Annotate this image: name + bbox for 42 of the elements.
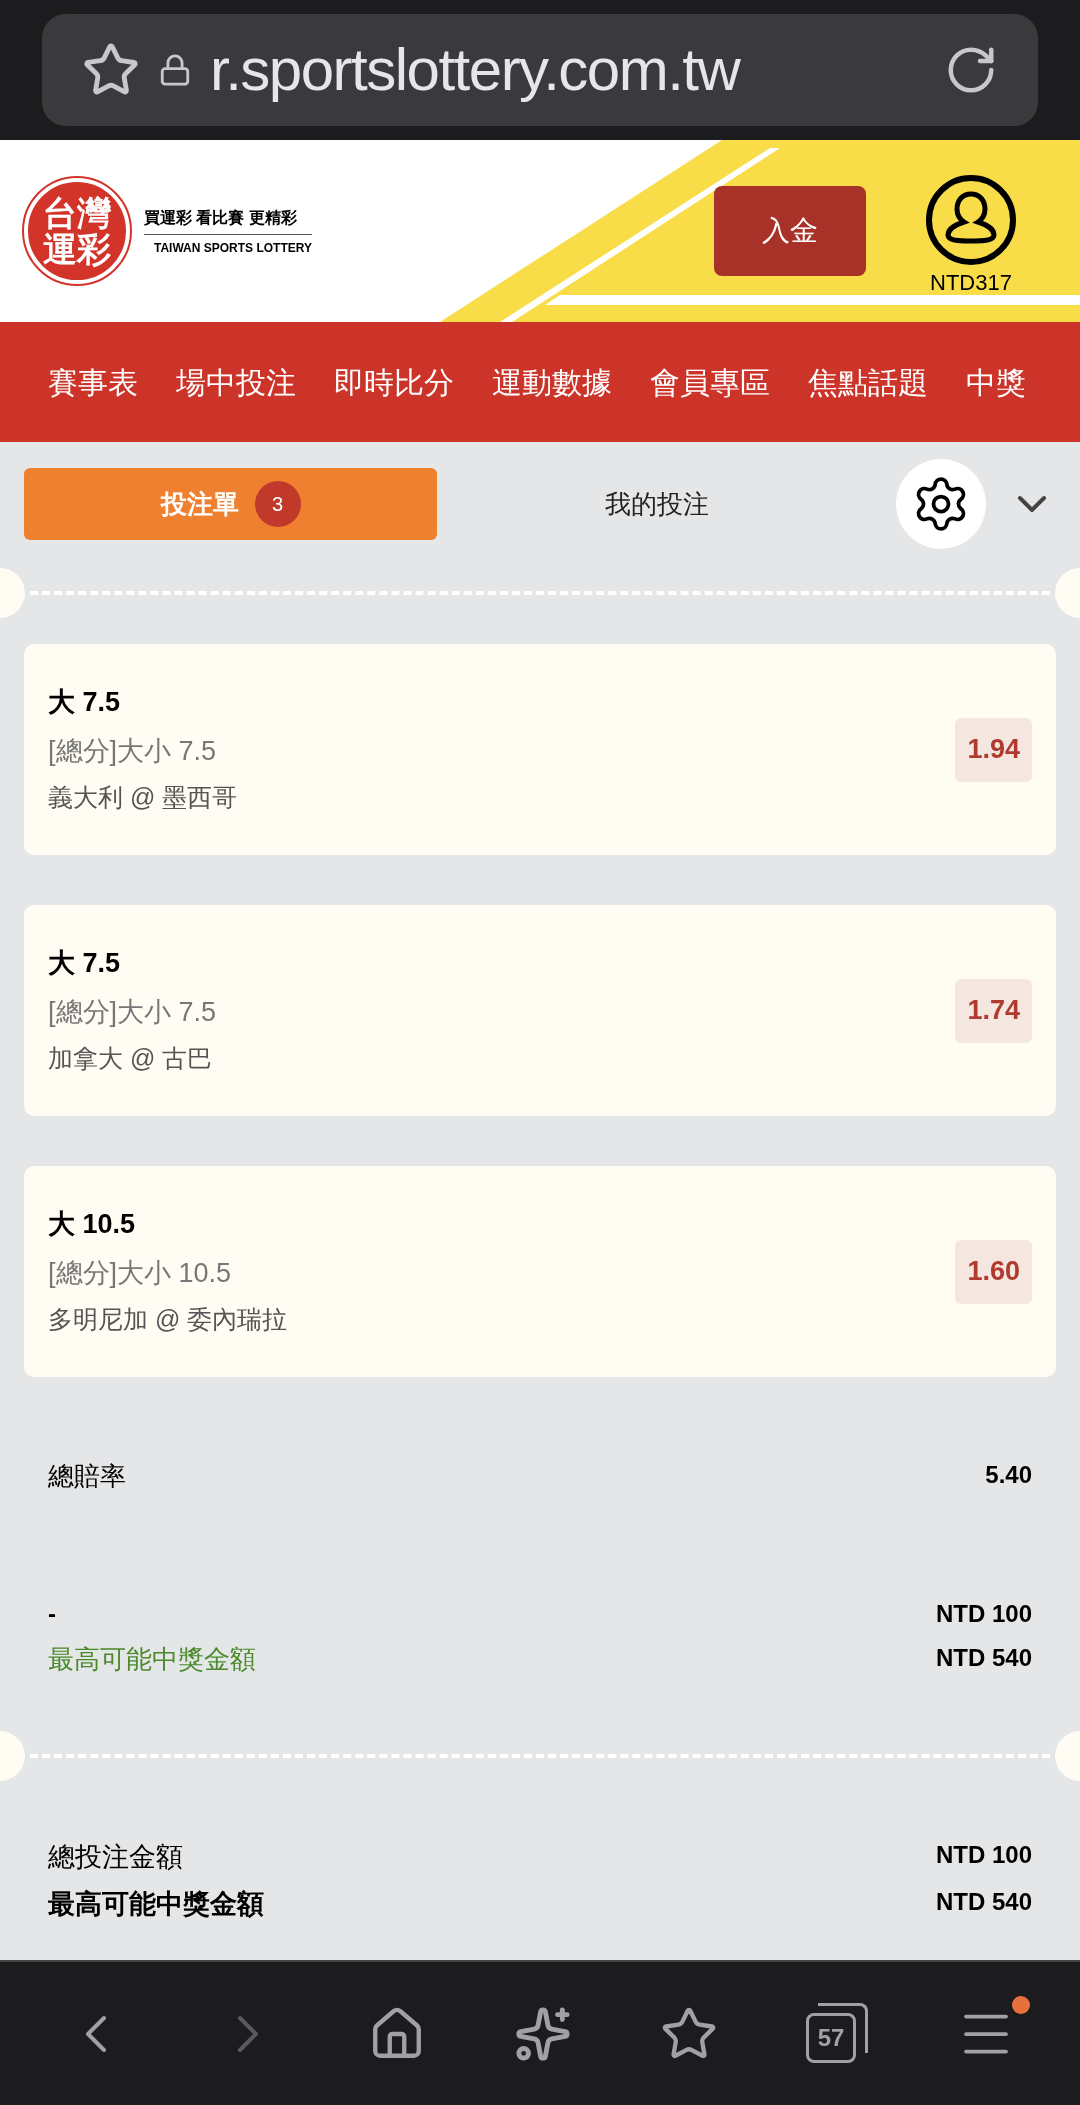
total-odds-value: 5.40 [985, 1460, 1032, 1490]
stake-label: - [48, 1599, 56, 1629]
nav-link[interactable]: 運動數據 [492, 359, 612, 405]
total-odds-label: 總賠率 [48, 1460, 126, 1493]
match-teams: 加拿大 @ 古巴 [48, 1043, 214, 1075]
count-badge: 3 [254, 481, 301, 527]
bet-selection: 大 7.5 [48, 947, 122, 981]
bet-market: [總分]大小 7.5 [48, 995, 217, 1029]
url-text: r.sportslottery.com.tw [210, 35, 740, 105]
odds-value: 1.74 [955, 978, 1032, 1043]
match-teams: 義大利 @ 墨西哥 [48, 782, 238, 814]
bet-tab[interactable]: 投注單 3 [24, 468, 437, 540]
nav-link[interactable]: 即時比分 [334, 359, 454, 405]
nav-link[interactable]: 中獎 [966, 359, 1026, 405]
odds-value: 1.60 [955, 1239, 1032, 1304]
logo-tagline: 買運彩 看比賽 更精彩 [144, 205, 312, 235]
logo-subtitle: TAIWAN SPORTS LOTTERY [153, 239, 312, 257]
deposit-button[interactable]: 入金 [714, 186, 866, 276]
bet-selection: 大 10.5 [48, 1208, 137, 1242]
bet-market: [總分]大小 10.5 [48, 1256, 233, 1290]
nav-link[interactable]: 場中投注 [176, 359, 296, 405]
logo-badge: 台灣運彩 [24, 178, 130, 284]
bet-selection: 大 7.5 [48, 686, 122, 720]
bet-market: [總分]大小 7.5 [48, 734, 218, 768]
potential-win-label: 最高可能中獎金額 [48, 1643, 256, 1676]
summary-value: NTD 100 [935, 1840, 1032, 1870]
account-balance: NTD317 [930, 268, 1012, 297]
nav-link[interactable]: 會員專區 [650, 359, 770, 405]
odds-value: 1.94 [955, 717, 1032, 782]
match-teams: 多明尼加 @ 委內瑞拉 [48, 1304, 288, 1336]
address-bar[interactable]: r.sportslottery.com.tw [42, 14, 1038, 126]
lock-icon [158, 53, 192, 87]
user-account-icon[interactable] [925, 173, 1017, 266]
bet-tab[interactable]: 我的投注 [437, 468, 877, 540]
summary-label: 總投注金額 [48, 1841, 183, 1874]
nav-link[interactable]: 賽事表 [48, 359, 138, 405]
summary-value: NTD 540 [935, 1886, 1032, 1917]
sparkles-icon[interactable] [514, 2004, 572, 2063]
nav-link[interactable]: 焦點話題 [808, 359, 928, 405]
summary-label: 最高可能中獎金額 [48, 1887, 264, 1921]
potential-win-value: NTD 540 [935, 1643, 1032, 1673]
stake-value: NTD 100 [935, 1599, 1032, 1629]
